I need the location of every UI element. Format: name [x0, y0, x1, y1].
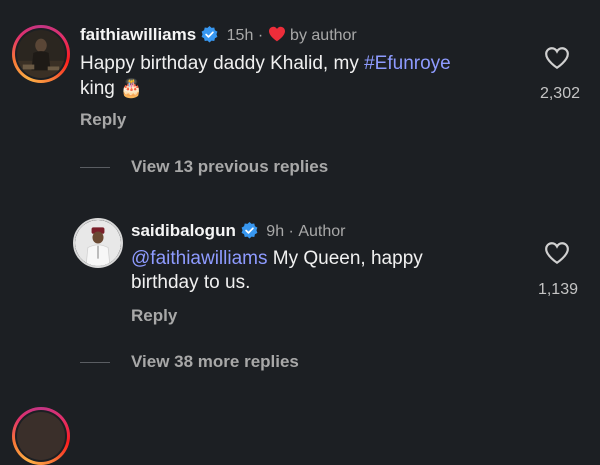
- reply-button[interactable]: Reply: [80, 110, 126, 130]
- like-heart-icon: [545, 242, 569, 265]
- avatar-photo: [75, 220, 121, 266]
- avatar-faithiawilliams[interactable]: [12, 25, 70, 83]
- reply-button[interactable]: Reply: [131, 306, 177, 326]
- like-button[interactable]: [544, 241, 570, 270]
- cake-emoji: 🎂: [120, 78, 143, 98]
- view-more-replies[interactable]: View 38 more replies: [131, 352, 299, 372]
- like-count: 2,302: [539, 85, 580, 102]
- avatar-photo: [17, 412, 65, 460]
- view-previous-replies[interactable]: View 13 previous replies: [131, 157, 328, 177]
- verified-badge-icon: [241, 222, 258, 239]
- like-heart-icon: [545, 47, 569, 70]
- username[interactable]: saidibalogun: [131, 221, 236, 240]
- separator: ·: [257, 27, 264, 44]
- separator: ·: [288, 223, 294, 240]
- thread-line: [80, 167, 110, 168]
- hashtag-link[interactable]: #Efunroye: [364, 53, 451, 74]
- avatar-photo: [17, 30, 65, 78]
- like-count: 1,139: [537, 281, 578, 298]
- heart-icon: [268, 26, 285, 42]
- mention-link[interactable]: @faithiawilliams: [131, 248, 268, 269]
- username[interactable]: faithiawilliams: [80, 25, 196, 44]
- thread-line: [80, 362, 110, 363]
- verified-badge-icon: [201, 26, 218, 43]
- avatar-saidibalogun[interactable]: [73, 218, 123, 268]
- comment-text: Happy birthday daddy Khalid, my #Efunroy…: [80, 52, 520, 101]
- comment-time: 15h: [226, 27, 254, 44]
- comment-text-part: Happy birthday daddy Khalid, my: [80, 53, 365, 74]
- author-label: Author: [298, 223, 346, 240]
- like-button[interactable]: [544, 46, 570, 75]
- avatar-next-comment[interactable]: [12, 407, 70, 465]
- reply-text-part: birthday to us.: [131, 272, 251, 293]
- comment-time: 9h: [266, 223, 285, 240]
- reply-text: @faithiawilliams My Queen, happy birthda…: [131, 247, 511, 295]
- author-label: by author: [290, 27, 357, 44]
- comment-header: faithiawilliams 15h · by author: [80, 25, 357, 45]
- reply-header: saidibalogun 9h · Author: [131, 221, 345, 241]
- reply-text-part: My Queen, happy: [267, 248, 423, 269]
- comment-text-part: king: [80, 78, 115, 99]
